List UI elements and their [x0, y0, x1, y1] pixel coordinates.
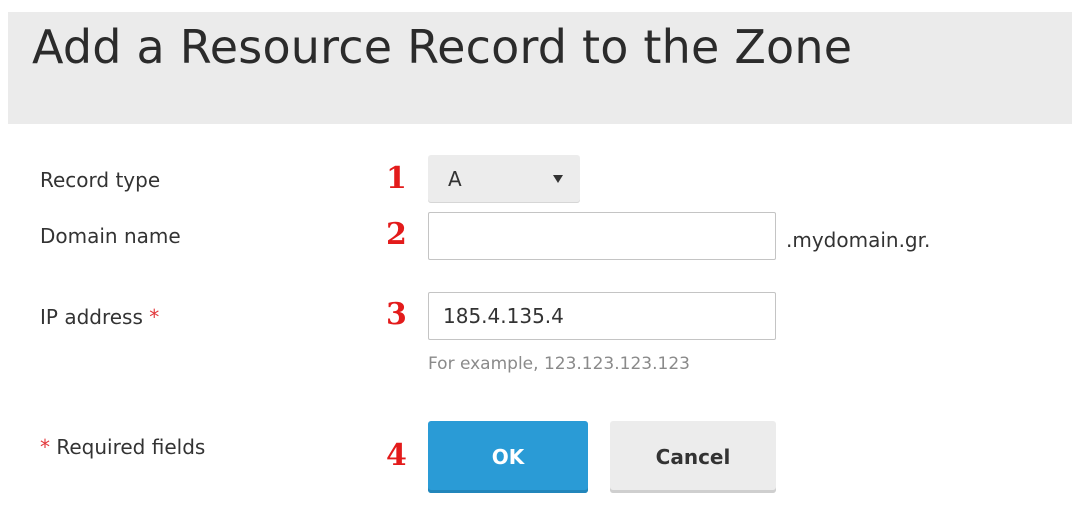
step-marker-1: 1: [386, 161, 407, 196]
ip-address-label-row: IP address *: [40, 305, 159, 329]
required-fields-note: * Required fields: [40, 435, 205, 459]
record-type-select[interactable]: A: [428, 155, 580, 203]
domain-name-input[interactable]: [428, 212, 776, 260]
page-title: Add a Resource Record to the Zone: [32, 20, 853, 74]
step-marker-4: 4: [386, 438, 407, 473]
ok-button[interactable]: OK: [428, 421, 588, 493]
ip-address-hint: For example, 123.123.123.123: [428, 354, 690, 374]
required-star: *: [40, 435, 50, 459]
cancel-button[interactable]: Cancel: [610, 421, 776, 493]
record-type-label: Record type: [40, 168, 161, 192]
ip-address-input[interactable]: [428, 292, 776, 340]
required-fields-text: Required fields: [50, 435, 206, 459]
domain-name-label: Domain name: [40, 224, 181, 248]
record-type-value: A: [448, 167, 462, 191]
step-marker-2: 2: [386, 217, 407, 252]
ip-address-label: IP address: [40, 305, 143, 329]
required-star: *: [149, 305, 160, 329]
domain-suffix: .mydomain.gr.: [786, 228, 931, 252]
step-marker-3: 3: [386, 297, 407, 332]
caret-down-icon: [553, 175, 563, 183]
